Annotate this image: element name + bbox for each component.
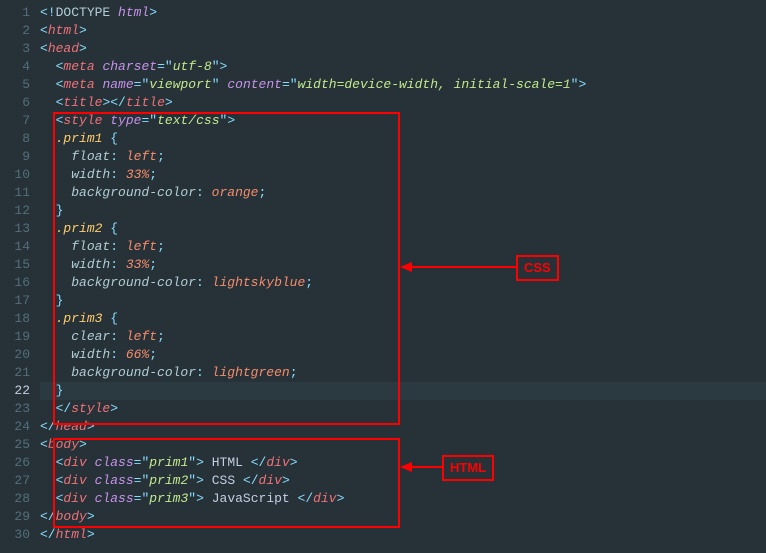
code-line[interactable]: .prim1 {	[40, 130, 766, 148]
code-line[interactable]: <div class="prim3"> JavaScript </div>	[40, 490, 766, 508]
line-number: 19	[6, 328, 30, 346]
code-line[interactable]: <style type="text/css">	[40, 112, 766, 130]
code-line[interactable]: <html>	[40, 22, 766, 40]
line-number: 18	[6, 310, 30, 328]
code-line[interactable]: .prim2 {	[40, 220, 766, 238]
line-number: 4	[6, 58, 30, 76]
code-line[interactable]: float: left;	[40, 148, 766, 166]
code-line[interactable]: .prim3 {	[40, 310, 766, 328]
code-line[interactable]: }	[40, 202, 766, 220]
line-number: 7	[6, 112, 30, 130]
code-line[interactable]: <div class="prim2"> CSS </div>	[40, 472, 766, 490]
line-number: 22	[6, 382, 30, 400]
line-number: 5	[6, 76, 30, 94]
code-line[interactable]: background-color: lightgreen;	[40, 364, 766, 382]
line-number: 9	[6, 148, 30, 166]
code-line[interactable]: width: 66%;	[40, 346, 766, 364]
line-number: 13	[6, 220, 30, 238]
line-number: 21	[6, 364, 30, 382]
line-number: 1	[6, 4, 30, 22]
line-number: 24	[6, 418, 30, 436]
line-number: 27	[6, 472, 30, 490]
css-label: CSS	[516, 255, 559, 281]
css-arrow	[412, 266, 516, 268]
code-line[interactable]: <meta name="viewport" content="width=dev…	[40, 76, 766, 94]
css-arrow-head	[400, 262, 412, 272]
code-line[interactable]: clear: left;	[40, 328, 766, 346]
line-number: 23	[6, 400, 30, 418]
line-number: 15	[6, 256, 30, 274]
line-number: 6	[6, 94, 30, 112]
line-number: 3	[6, 40, 30, 58]
code-line[interactable]: background-color: orange;	[40, 184, 766, 202]
code-line[interactable]: background-color: lightskyblue;	[40, 274, 766, 292]
line-number: 29	[6, 508, 30, 526]
code-editor[interactable]: 1234567891011121314151617181920212223242…	[0, 0, 766, 548]
code-line[interactable]: <!DOCTYPE html>	[40, 4, 766, 22]
code-line[interactable]: float: left;	[40, 238, 766, 256]
line-number: 12	[6, 202, 30, 220]
line-number: 16	[6, 274, 30, 292]
code-line[interactable]: <body>	[40, 436, 766, 454]
line-number: 28	[6, 490, 30, 508]
html-arrow-head	[400, 462, 412, 472]
code-line[interactable]: <meta charset="utf-8">	[40, 58, 766, 76]
line-number: 30	[6, 526, 30, 544]
html-label: HTML	[442, 455, 494, 481]
code-line[interactable]: <head>	[40, 40, 766, 58]
line-number: 17	[6, 292, 30, 310]
code-line[interactable]: </body>	[40, 508, 766, 526]
html-arrow	[412, 466, 442, 468]
line-number: 8	[6, 130, 30, 148]
code-line[interactable]: }	[40, 382, 766, 400]
code-line[interactable]: <title></title>	[40, 94, 766, 112]
line-number-gutter: 1234567891011121314151617181920212223242…	[0, 0, 40, 548]
line-number: 20	[6, 346, 30, 364]
line-number: 14	[6, 238, 30, 256]
code-line[interactable]: </html>	[40, 526, 766, 544]
line-number: 10	[6, 166, 30, 184]
code-line[interactable]: </head>	[40, 418, 766, 436]
code-line[interactable]: }	[40, 292, 766, 310]
line-number: 2	[6, 22, 30, 40]
code-line[interactable]: width: 33%;	[40, 166, 766, 184]
line-number: 11	[6, 184, 30, 202]
code-line[interactable]: </style>	[40, 400, 766, 418]
line-number: 26	[6, 454, 30, 472]
line-number: 25	[6, 436, 30, 454]
